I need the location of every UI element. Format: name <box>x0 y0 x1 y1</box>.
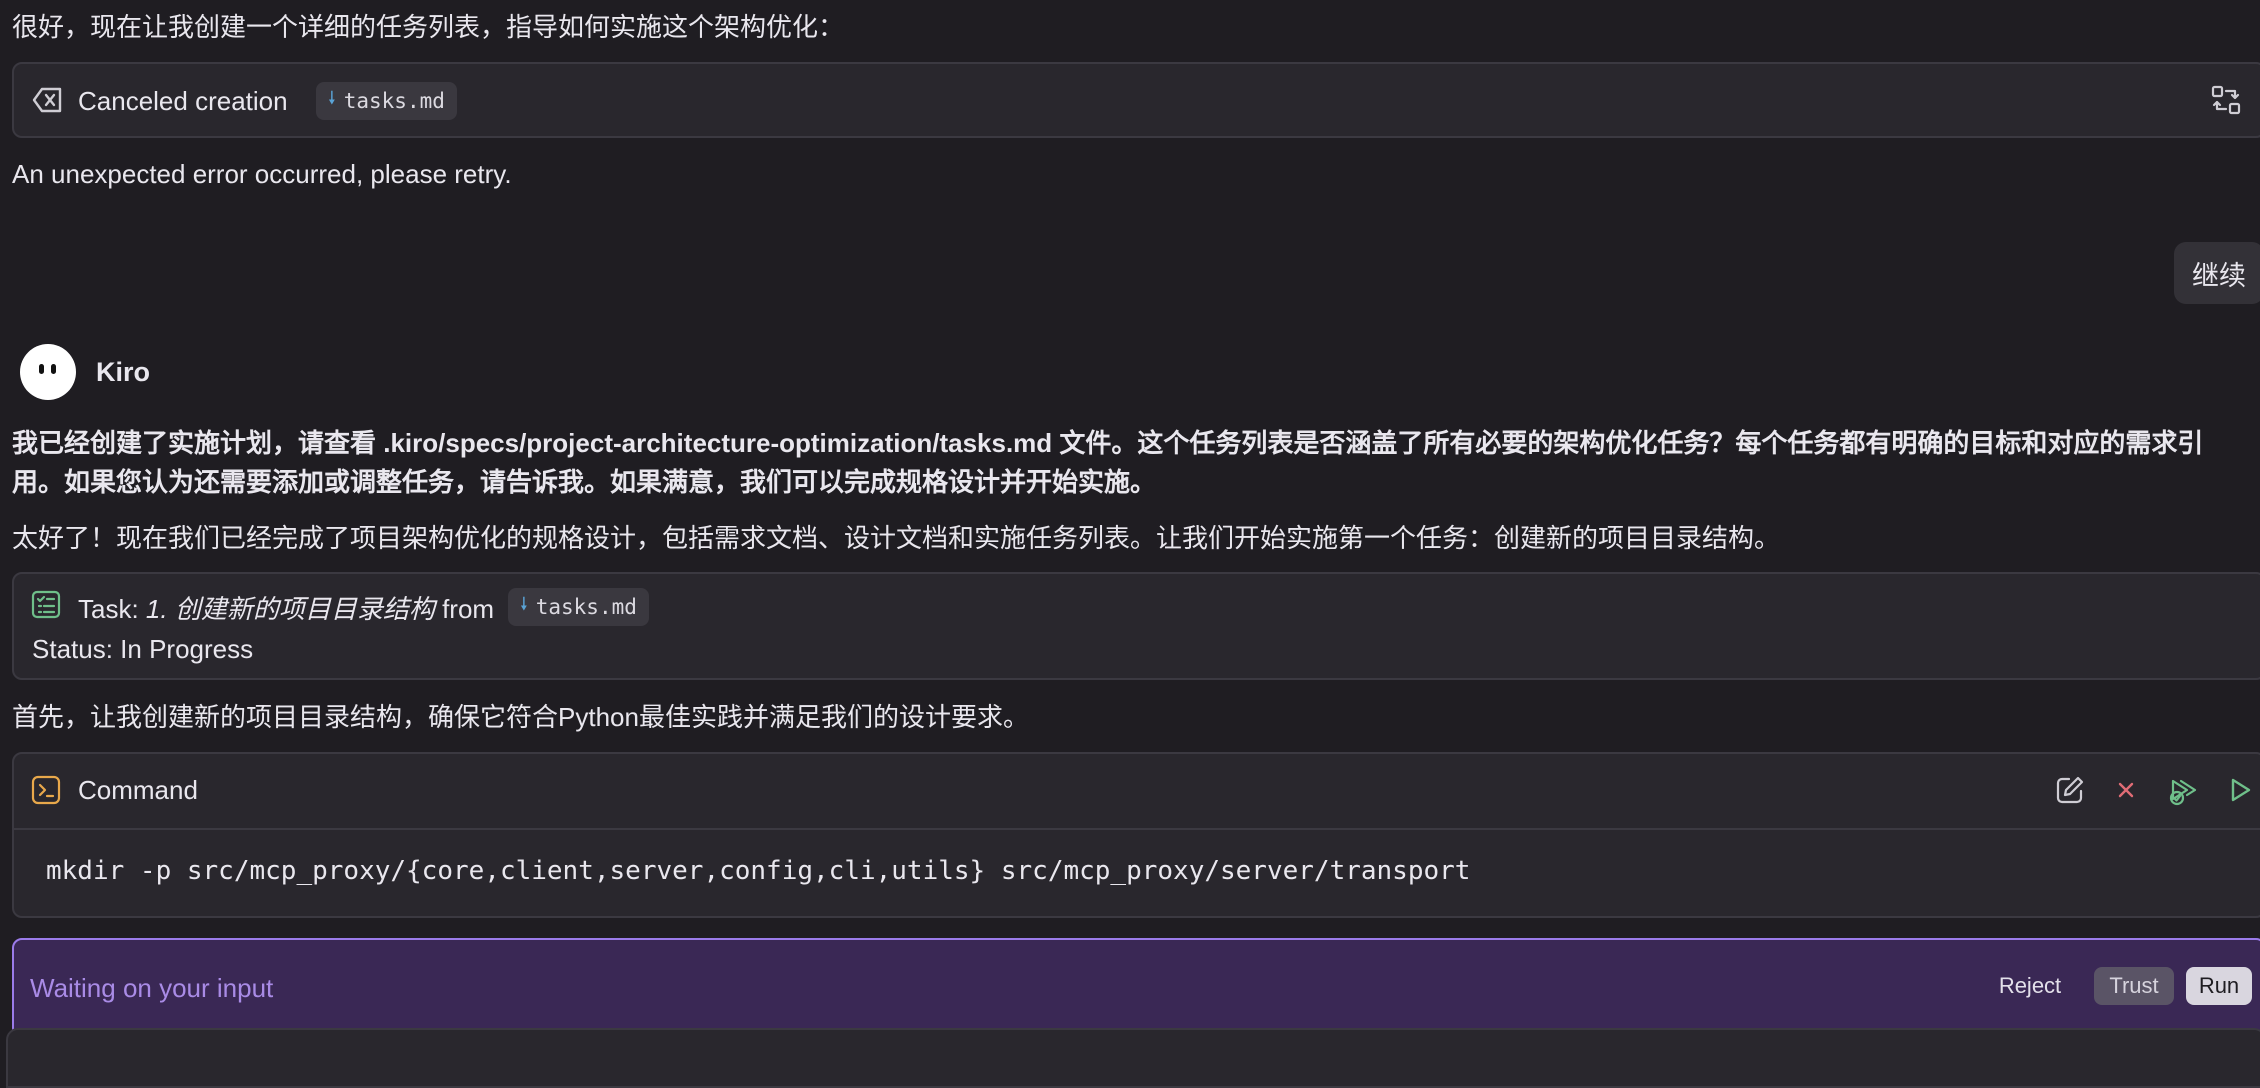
reject-button[interactable]: Reject <box>1990 967 2070 1005</box>
edit-icon[interactable] <box>2052 772 2088 808</box>
terminal-icon <box>30 774 62 806</box>
run-button[interactable]: Run <box>2186 967 2252 1005</box>
command-title: Command <box>78 775 198 805</box>
canceled-label: Canceled creation <box>78 86 288 116</box>
error-text: An unexpected error occurred, please ret… <box>12 159 512 189</box>
task-list-icon <box>30 588 62 620</box>
canceled-icon <box>30 82 66 118</box>
canceled-creation-card: Canceled creation 🠗 tasks.md <box>12 62 2260 138</box>
task-status: Status: In Progress <box>32 634 254 664</box>
task-prefix: Task: <box>78 594 146 624</box>
chat-input-area[interactable] <box>6 1028 2260 1088</box>
avatar-eye-left <box>39 364 44 374</box>
bold-paragraph-line2: 用。如果您认为还需要添加或调整任务，请告诉我。如果满意，我们可以完成规格设计并开… <box>12 467 1157 497</box>
task-from: from <box>434 594 495 624</box>
task-file-chip[interactable]: 🠗 tasks.md <box>508 588 649 626</box>
paragraph-2: 太好了！现在我们已经完成了项目架构优化的规格设计，包括需求文档、设计文档和实施任… <box>12 523 1781 553</box>
waiting-input-bar: Waiting on your input Reject Trust Run <box>12 938 2260 1038</box>
assistant-name: Kiro <box>96 357 150 387</box>
trust-run-icon[interactable] <box>2166 772 2202 808</box>
task-card: Task: 1. 创建新的项目目录结构 from 🠗 tasks.md Stat… <box>12 572 2260 680</box>
intro-text: 很好，现在让我创建一个详细的任务列表，指导如何实施这个架构优化： <box>12 12 845 42</box>
trust-button[interactable]: Trust <box>2094 967 2174 1005</box>
kiro-avatar <box>20 344 76 400</box>
command-card: Command mkdir -p src/mcp_proxy/{core,cli… <box>12 752 2260 918</box>
command-header: Command <box>14 754 2260 830</box>
avatar-eye-right <box>51 364 56 374</box>
user-message-text: 继续 <box>2192 260 2246 291</box>
task-name[interactable]: 1. 创建新的项目目录结构 <box>146 594 435 624</box>
run-icon[interactable] <box>2222 772 2258 808</box>
task-file-chip-label: tasks.md <box>535 595 637 619</box>
file-chip-label: tasks.md <box>343 89 445 113</box>
markdown-file-icon: 🠗 <box>328 88 336 109</box>
user-message-bubble: 继续 <box>2174 242 2260 304</box>
task-title-line: Task: 1. 创建新的项目目录结构 from <box>78 590 494 628</box>
waiting-text: Waiting on your input <box>30 973 274 1003</box>
bold-paragraph-line1: 我已经创建了实施计划，请查看 .kiro/specs/project-archi… <box>12 428 2204 458</box>
paragraph-3: 首先，让我创建新的项目目录结构，确保它符合Python最佳实践并满足我们的设计要… <box>12 702 1029 732</box>
close-icon[interactable] <box>2108 772 2144 808</box>
file-chip[interactable]: 🠗 tasks.md <box>316 82 457 120</box>
markdown-file-icon: 🠗 <box>520 594 528 615</box>
compare-icon[interactable] <box>2208 82 2244 118</box>
command-text: mkdir -p src/mcp_proxy/{core,client,serv… <box>46 856 1471 886</box>
